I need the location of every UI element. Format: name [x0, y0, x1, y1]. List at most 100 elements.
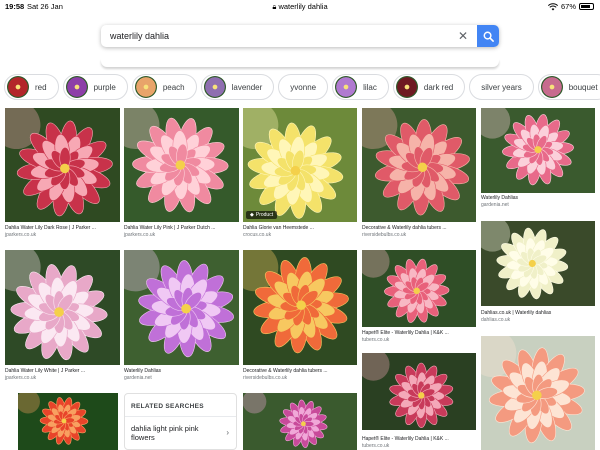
result-caption[interactable]: Dahlia Water Lily Dark Rose | J Parker .…	[5, 225, 120, 239]
image-result[interactable]	[362, 250, 476, 327]
filter-chip[interactable]: silver years	[469, 74, 534, 100]
image-result[interactable]: ◆ Product	[243, 108, 357, 222]
result-title: Decorative & Waterlily dahlia tubers ...	[362, 225, 447, 231]
divider	[125, 416, 236, 417]
address-bar[interactable]: 🔒︎ waterlily dahlia	[0, 2, 600, 12]
product-badge: ◆ Product	[246, 211, 278, 219]
chip-thumbnail	[65, 76, 88, 98]
clear-icon[interactable]: ✕	[458, 28, 468, 44]
chip-label: silver years	[481, 82, 522, 92]
result-caption[interactable]: Decorative & Waterlily dahlia tubers ...…	[362, 225, 476, 239]
result-source: dahlias.co.uk	[481, 317, 511, 323]
chip-label: lavender	[231, 82, 263, 92]
chip-thumbnail	[540, 76, 563, 98]
chip-thumbnail	[134, 76, 157, 98]
result-caption[interactable]: Dahlia Water Lily White | J Parker ... jp…	[5, 368, 120, 382]
chip-label: lilac	[363, 82, 377, 92]
result-thumbnail	[481, 336, 595, 450]
image-result[interactable]	[124, 108, 239, 222]
result-thumbnail	[18, 393, 118, 450]
result-source: riversidebulbs.co.uk	[362, 232, 407, 238]
result-title: Dahlia Glorie van Heemstede ...	[243, 225, 314, 231]
image-result[interactable]	[5, 250, 120, 365]
search-box: ✕	[101, 25, 499, 47]
search-button[interactable]	[477, 25, 499, 47]
image-result[interactable]	[243, 250, 357, 365]
filter-chip[interactable]: lavender	[200, 74, 275, 100]
filter-chip[interactable]: peach	[131, 74, 197, 100]
search-suggestions-edge	[101, 59, 499, 67]
image-result[interactable]	[243, 393, 357, 450]
chip-label: red	[35, 82, 47, 92]
result-source: crocus.co.uk	[243, 232, 272, 238]
status-bar: 19:58 Sat 26 Jan 🔒︎ waterlily dahlia 67%	[0, 0, 600, 13]
wifi-icon	[547, 2, 558, 10]
result-title: Dahlia Water Lily Dark Rose | J Parker .…	[5, 225, 96, 231]
result-title: Decorative & Waterlily dahlia tubers ...	[243, 368, 328, 374]
chip-thumbnail	[335, 76, 358, 98]
result-source: riversidebulbs.co.uk	[243, 375, 288, 381]
image-result[interactable]	[362, 108, 476, 222]
result-caption[interactable]: Waterlily Dahlias gardenia.net	[124, 368, 239, 382]
chip-thumbnail	[203, 76, 226, 98]
image-result[interactable]	[481, 108, 595, 193]
result-caption[interactable]: Waterlily Dahlias gardenia.net	[481, 195, 595, 209]
image-result[interactable]	[362, 353, 476, 430]
filter-chips: red purple peach lavender yvonne lilac dark re…	[0, 74, 600, 102]
filter-chip[interactable]: lilac	[332, 74, 389, 100]
filter-chip[interactable]: purple	[62, 74, 128, 100]
result-thumbnail	[243, 393, 357, 450]
chip-thumbnail	[7, 76, 29, 98]
result-title: Waterlily Dahlias	[124, 368, 162, 374]
result-title: Dahlia Water Lily Pink | J Parker Dutch …	[124, 225, 216, 231]
search-input[interactable]	[110, 28, 450, 44]
result-source: tubers.co.uk	[362, 337, 390, 343]
chip-label: purple	[93, 82, 116, 92]
result-thumbnail	[243, 250, 357, 365]
result-thumbnail	[362, 250, 476, 327]
result-source: jparkers.co.uk	[5, 232, 37, 238]
image-result[interactable]	[18, 393, 118, 450]
result-caption[interactable]: Decorative & Waterlily dahlia tubers ...…	[243, 368, 357, 382]
image-result[interactable]	[5, 108, 120, 222]
result-thumbnail	[481, 108, 595, 193]
filter-chip[interactable]: bouquet	[537, 74, 600, 100]
image-result[interactable]	[124, 250, 239, 365]
result-title: Dahlia Water Lily White | J Parker ...	[5, 368, 86, 374]
result-thumbnail: ◆ Product	[243, 108, 357, 222]
chip-label: bouquet	[568, 82, 598, 92]
image-result[interactable]	[481, 336, 595, 450]
result-thumbnail	[5, 108, 120, 222]
chevron-right-icon[interactable]: ›	[226, 428, 229, 437]
related-searches-heading: RELATED SEARCHES	[131, 403, 204, 410]
result-thumbnail	[124, 108, 239, 222]
result-thumbnail	[362, 108, 476, 222]
result-caption[interactable]: Hapet® Elite - Waterlily Dahlia | K&K ..…	[362, 436, 476, 450]
result-title: Waterlily Dahlias	[481, 195, 519, 201]
address-text: waterlily dahlia	[278, 2, 328, 11]
result-source: tubers.co.uk	[362, 443, 390, 449]
result-caption[interactable]: Dahlia Glorie van Heemstede ... crocus.co…	[243, 225, 357, 239]
filter-chip[interactable]: red	[4, 74, 59, 100]
battery-fill	[581, 5, 590, 8]
result-thumbnail	[124, 250, 239, 365]
filter-chip[interactable]: yvonne	[278, 74, 329, 100]
related-search-item[interactable]: dahlia light pink pink flowers	[131, 424, 223, 442]
chip-label: dark red	[423, 82, 454, 92]
image-result[interactable]	[481, 221, 595, 306]
filter-chip[interactable]: dark red	[392, 74, 466, 100]
result-title: Hapet® Elite - Waterlily Dahlia | K&K ..…	[362, 330, 449, 336]
result-source: gardenia.net	[481, 202, 509, 208]
search-icon	[483, 31, 494, 42]
result-source: jparkers.co.uk	[5, 375, 37, 381]
result-caption[interactable]: Hapet® Elite - Waterlily Dahlia | K&K ..…	[362, 330, 476, 344]
result-title: Hapet® Elite - Waterlily Dahlia | K&K ..…	[362, 436, 449, 442]
chip-thumbnail	[395, 76, 418, 98]
battery-icon	[579, 3, 594, 10]
result-caption[interactable]: Dahlias.co.uk | Waterlily dahlias dahlias…	[481, 310, 595, 324]
tag-icon: ◆	[250, 212, 254, 218]
result-source: gardenia.net	[124, 375, 152, 381]
result-caption[interactable]: Dahlia Water Lily Pink | J Parker Dutch …	[124, 225, 239, 239]
lock-icon: 🔒︎	[272, 2, 277, 11]
result-source: jparkers.co.uk	[124, 232, 156, 238]
